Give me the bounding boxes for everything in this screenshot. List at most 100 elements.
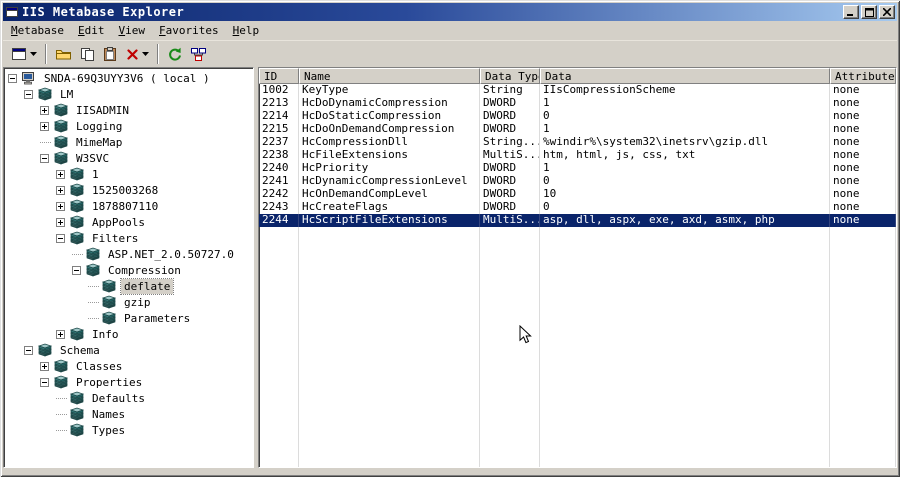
cell-id: 2237 (259, 136, 299, 149)
column-header-data[interactable]: Data (540, 68, 830, 84)
cell-id: 1002 (259, 84, 299, 97)
refresh-button[interactable] (163, 43, 186, 66)
tree-item-mimemap[interactable]: MimeMap (4, 134, 253, 150)
column-header-id[interactable]: ID (259, 68, 299, 84)
paste-button[interactable] (99, 43, 122, 66)
view-button[interactable] (7, 43, 41, 66)
menu-edit[interactable]: Edit (71, 22, 112, 39)
collapse-icon[interactable] (72, 265, 81, 275)
expand-icon[interactable] (56, 169, 65, 179)
tree-item-w3svc[interactable]: W3SVC (4, 150, 253, 166)
table-row-2240[interactable]: 2240 HcPriority DWORD 1 none (259, 162, 896, 175)
tree-item-classes[interactable]: Classes (4, 358, 253, 374)
open-button[interactable] (51, 43, 76, 66)
table-row-2214[interactable]: 2214 HcDoStaticCompression DWORD 0 none (259, 110, 896, 123)
table-row-2237[interactable]: 2237 HcCompressionDll String... %windir%\sy… (259, 136, 896, 149)
tree-item-info[interactable]: Info (4, 326, 253, 342)
tree-item-deflate[interactable]: deflate (4, 277, 253, 295)
cell-name: HcDoStaticCompression (299, 110, 480, 123)
delete-button[interactable] (122, 43, 153, 66)
cell-type: DWORD (480, 175, 540, 188)
collapse-icon[interactable] (24, 345, 33, 355)
tree-item-compression[interactable]: Compression (4, 262, 253, 278)
app-icon (5, 5, 19, 19)
menu-favorites[interactable]: Favorites (152, 22, 226, 39)
expand-icon[interactable] (40, 361, 49, 371)
expand-icon[interactable] (56, 217, 65, 227)
tree-item-names[interactable]: Names (4, 406, 253, 422)
tree-item-gzip[interactable]: gzip (4, 294, 253, 310)
node-icon (53, 135, 70, 149)
table-row-2242[interactable]: 2242 HcOnDemandCompLevel DWORD 10 none (259, 188, 896, 201)
connect-button[interactable] (186, 43, 211, 66)
node-icon (53, 103, 70, 117)
tree-item-1[interactable]: 1 (4, 166, 253, 182)
tree-item-lm[interactable]: LM (4, 86, 253, 102)
close-button[interactable] (879, 5, 895, 19)
computer-icon (21, 71, 38, 85)
minimize-icon (847, 14, 853, 16)
tree-item-logging[interactable]: Logging (4, 118, 253, 134)
expand-icon[interactable] (56, 201, 65, 211)
cell-attrs: none (830, 97, 896, 110)
menu-view[interactable]: View (111, 22, 152, 39)
tree-item-defaults[interactable]: Defaults (4, 390, 253, 406)
cell-id: 2215 (259, 123, 299, 136)
paste-icon (103, 46, 118, 62)
copy-button[interactable] (76, 43, 99, 66)
tree-item-label: 1878807110 (92, 199, 159, 213)
cell-data: 1 (540, 97, 830, 110)
table-row-2244[interactable]: 2244 HcScriptFileExtensions MultiS... asp, … (259, 214, 896, 227)
tree-item-snda-69q3uyy3v6-local[interactable]: SNDA-69Q3UYY3V6 ( local ) (4, 70, 253, 86)
tree-item-label: Parameters (124, 311, 191, 325)
menu-help[interactable]: Help (226, 22, 267, 39)
menu-metabase[interactable]: Metabase (4, 22, 71, 39)
window-icon (11, 47, 27, 61)
dropdown-arrow-icon (30, 52, 37, 56)
tree-item-filters[interactable]: Filters (4, 230, 253, 246)
table-row-2213[interactable]: 2213 HcDoDynamicCompression DWORD 1 none (259, 97, 896, 110)
tree-item-apppools[interactable]: AppPools (4, 214, 253, 230)
collapse-icon[interactable] (40, 153, 49, 163)
tree-item-asp-net-2-0-50727-0[interactable]: ASP.NET_2.0.50727.0 (4, 246, 253, 262)
expand-icon[interactable] (40, 121, 49, 131)
node-icon (53, 375, 70, 389)
tree-item-1878807110[interactable]: 1878807110 (4, 198, 253, 214)
collapse-icon[interactable] (56, 233, 65, 243)
node-icon (69, 215, 86, 229)
table-row-2243[interactable]: 2243 HcCreateFlags DWORD 0 none (259, 201, 896, 214)
tree-item-schema[interactable]: Schema (4, 342, 253, 358)
tree-item-1525003268[interactable]: 1525003268 (4, 182, 253, 198)
column-header-name[interactable]: Name (299, 68, 480, 84)
tree-item-label: Properties (76, 375, 143, 389)
column-header-type[interactable]: Data Type (480, 68, 540, 84)
expand-icon[interactable] (56, 185, 65, 195)
table-row-2241[interactable]: 2241 HcDynamicCompressionLevel DWORD 0 none (259, 175, 896, 188)
maximize-button[interactable] (861, 5, 877, 19)
column-header-attrs[interactable]: Attributes (830, 68, 896, 84)
tree-item-parameters[interactable]: Parameters (4, 310, 253, 326)
table-row-2238[interactable]: 2238 HcFileExtensions MultiS... htm, html, … (259, 149, 896, 162)
table-row-1002[interactable]: 1002 KeyType String IIsCompressionScheme non… (259, 84, 896, 97)
window-controls (843, 5, 895, 19)
table-row-2215[interactable]: 2215 HcDoOnDemandCompression DWORD 1 none (259, 123, 896, 136)
minimize-button[interactable] (843, 5, 859, 19)
collapse-icon[interactable] (24, 89, 33, 99)
cell-name: HcCompressionDll (299, 136, 480, 149)
expand-icon[interactable] (40, 105, 49, 115)
tree-panel: SNDA-69Q3UYY3V6 ( local ) LM IISADMIN Loggi… (3, 67, 254, 468)
tree-item-types[interactable]: Types (4, 422, 253, 438)
tree-item-iisadmin[interactable]: IISADMIN (4, 102, 253, 118)
collapse-icon[interactable] (8, 73, 17, 83)
collapse-icon[interactable] (40, 377, 49, 387)
list-body: 1002 KeyType String IIsCompressionScheme non… (259, 84, 896, 467)
expand-icon[interactable] (56, 329, 65, 339)
tree-item-properties[interactable]: Properties (4, 374, 253, 390)
tree-item-label: deflate (119, 277, 175, 295)
